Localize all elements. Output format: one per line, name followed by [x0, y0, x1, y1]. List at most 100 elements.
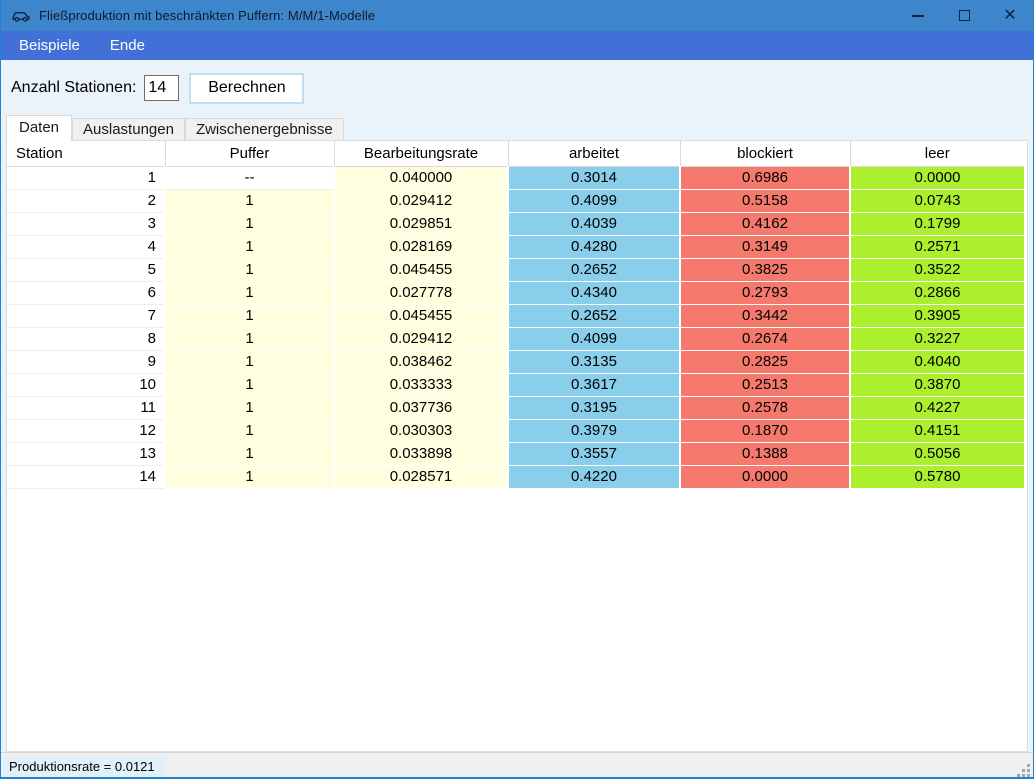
cell-arbeitet[interactable]: 0.3557: [508, 442, 680, 465]
cell-rate[interactable]: 0.029851: [334, 212, 508, 235]
cell-station[interactable]: 2: [7, 189, 165, 212]
cell-arbeitet[interactable]: 0.2652: [508, 258, 680, 281]
cell-rate[interactable]: 0.027778: [334, 281, 508, 304]
cell-station[interactable]: 5: [7, 258, 165, 281]
column-header-leer[interactable]: leer: [850, 141, 1024, 166]
cell-rate[interactable]: 0.029412: [334, 327, 508, 350]
cell-arbeitet[interactable]: 0.4220: [508, 465, 680, 488]
cell-station[interactable]: 3: [7, 212, 165, 235]
cell-leer[interactable]: 0.3227: [850, 327, 1024, 350]
cell-puffer[interactable]: 1: [165, 465, 334, 488]
cell-blockiert[interactable]: 0.2578: [680, 396, 850, 419]
minimize-button[interactable]: [895, 0, 941, 31]
cell-arbeitet[interactable]: 0.4340: [508, 281, 680, 304]
cell-arbeitet[interactable]: 0.4099: [508, 189, 680, 212]
cell-arbeitet[interactable]: 0.3617: [508, 373, 680, 396]
cell-puffer[interactable]: 1: [165, 212, 334, 235]
cell-leer[interactable]: 0.3905: [850, 304, 1024, 327]
cell-rate[interactable]: 0.037736: [334, 396, 508, 419]
cell-station[interactable]: 9: [7, 350, 165, 373]
cell-leer[interactable]: 0.5056: [850, 442, 1024, 465]
cell-blockiert[interactable]: 0.6986: [680, 166, 850, 189]
column-header-arbeitet[interactable]: arbeitet: [508, 141, 680, 166]
close-button[interactable]: ✕: [987, 0, 1033, 31]
cell-station[interactable]: 13: [7, 442, 165, 465]
cell-blockiert[interactable]: 0.2513: [680, 373, 850, 396]
cell-puffer[interactable]: 1: [165, 350, 334, 373]
menu-item-beispiele[interactable]: Beispiele: [7, 33, 92, 58]
cell-puffer[interactable]: 1: [165, 373, 334, 396]
cell-puffer[interactable]: 1: [165, 304, 334, 327]
cell-blockiert[interactable]: 0.0000: [680, 465, 850, 488]
cell-puffer[interactable]: 1: [165, 419, 334, 442]
cell-leer[interactable]: 0.5780: [850, 465, 1024, 488]
cell-leer[interactable]: 0.3870: [850, 373, 1024, 396]
cell-blockiert[interactable]: 0.1870: [680, 419, 850, 442]
cell-arbeitet[interactable]: 0.4280: [508, 235, 680, 258]
cell-blockiert[interactable]: 0.5158: [680, 189, 850, 212]
column-header-puffer[interactable]: Puffer: [165, 141, 334, 166]
menu-item-ende[interactable]: Ende: [98, 33, 157, 58]
cell-rate[interactable]: 0.030303: [334, 419, 508, 442]
cell-puffer[interactable]: 1: [165, 235, 334, 258]
cell-station[interactable]: 11: [7, 396, 165, 419]
column-header-rate[interactable]: Bearbeitungsrate: [334, 141, 508, 166]
cell-leer[interactable]: 0.4040: [850, 350, 1024, 373]
cell-leer[interactable]: 0.3522: [850, 258, 1024, 281]
cell-rate[interactable]: 0.033898: [334, 442, 508, 465]
cell-rate[interactable]: 0.038462: [334, 350, 508, 373]
cell-rate[interactable]: 0.040000: [334, 166, 508, 189]
cell-arbeitet[interactable]: 0.4099: [508, 327, 680, 350]
cell-puffer[interactable]: --: [165, 166, 334, 189]
cell-station[interactable]: 1: [7, 166, 165, 189]
cell-puffer[interactable]: 1: [165, 189, 334, 212]
cell-rate[interactable]: 0.033333: [334, 373, 508, 396]
cell-puffer[interactable]: 1: [165, 258, 334, 281]
cell-blockiert[interactable]: 0.3149: [680, 235, 850, 258]
cell-blockiert[interactable]: 0.3442: [680, 304, 850, 327]
cell-blockiert[interactable]: 0.2793: [680, 281, 850, 304]
cell-rate[interactable]: 0.045455: [334, 304, 508, 327]
cell-rate[interactable]: 0.029412: [334, 189, 508, 212]
cell-blockiert[interactable]: 0.2674: [680, 327, 850, 350]
stations-input[interactable]: [144, 75, 179, 101]
cell-station[interactable]: 6: [7, 281, 165, 304]
column-header-station[interactable]: Station: [7, 141, 165, 166]
cell-arbeitet[interactable]: 0.2652: [508, 304, 680, 327]
tab-auslastungen[interactable]: Auslastungen: [72, 118, 185, 140]
cell-station[interactable]: 12: [7, 419, 165, 442]
cell-station[interactable]: 8: [7, 327, 165, 350]
cell-leer[interactable]: 0.0743: [850, 189, 1024, 212]
cell-leer[interactable]: 0.4227: [850, 396, 1024, 419]
cell-blockiert[interactable]: 0.3825: [680, 258, 850, 281]
maximize-button[interactable]: [941, 0, 987, 31]
cell-station[interactable]: 7: [7, 304, 165, 327]
cell-puffer[interactable]: 1: [165, 442, 334, 465]
resize-grip-icon[interactable]: [1016, 763, 1030, 777]
cell-blockiert[interactable]: 0.1388: [680, 442, 850, 465]
cell-station[interactable]: 4: [7, 235, 165, 258]
cell-blockiert[interactable]: 0.4162: [680, 212, 850, 235]
cell-rate[interactable]: 0.045455: [334, 258, 508, 281]
cell-arbeitet[interactable]: 0.3195: [508, 396, 680, 419]
tab-daten[interactable]: Daten: [6, 115, 72, 141]
cell-puffer[interactable]: 1: [165, 327, 334, 350]
cell-leer[interactable]: 0.4151: [850, 419, 1024, 442]
column-header-blockiert[interactable]: blockiert: [680, 141, 850, 166]
tab-zwischenergebnisse[interactable]: Zwischenergebnisse: [185, 118, 344, 140]
cell-rate[interactable]: 0.028571: [334, 465, 508, 488]
cell-blockiert[interactable]: 0.2825: [680, 350, 850, 373]
cell-arbeitet[interactable]: 0.3135: [508, 350, 680, 373]
cell-leer[interactable]: 0.2866: [850, 281, 1024, 304]
cell-puffer[interactable]: 1: [165, 396, 334, 419]
cell-leer[interactable]: 0.1799: [850, 212, 1024, 235]
cell-rate[interactable]: 0.028169: [334, 235, 508, 258]
compute-button[interactable]: Berechnen: [189, 73, 304, 104]
cell-arbeitet[interactable]: 0.3014: [508, 166, 680, 189]
cell-puffer[interactable]: 1: [165, 281, 334, 304]
cell-arbeitet[interactable]: 0.3979: [508, 419, 680, 442]
cell-arbeitet[interactable]: 0.4039: [508, 212, 680, 235]
cell-leer[interactable]: 0.0000: [850, 166, 1024, 189]
cell-station[interactable]: 14: [7, 465, 165, 488]
cell-station[interactable]: 10: [7, 373, 165, 396]
